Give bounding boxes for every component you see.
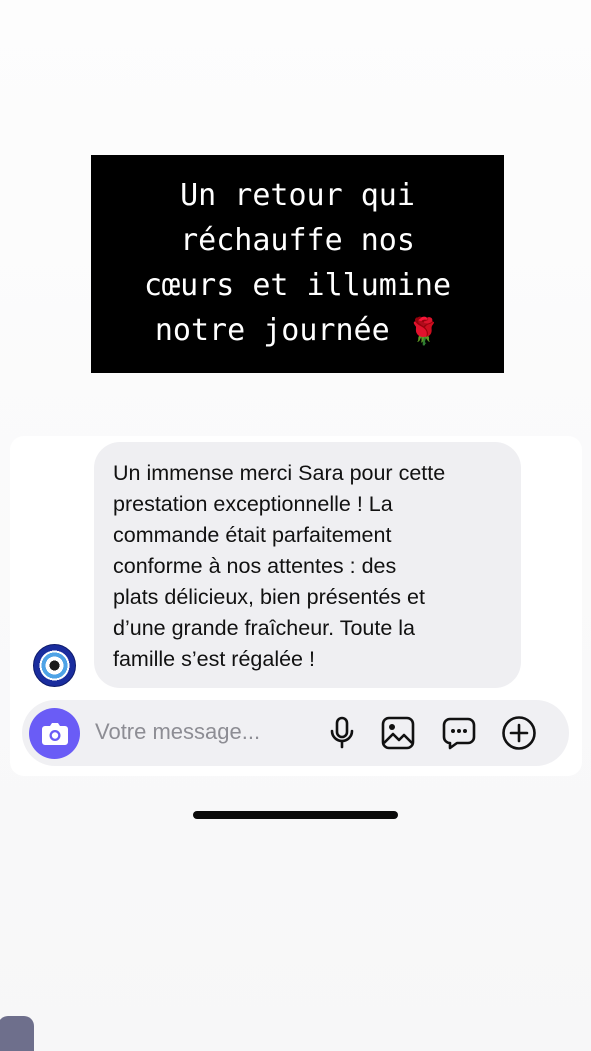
nazar-eye-icon <box>33 644 76 687</box>
sticker-button[interactable] <box>441 715 477 751</box>
story-caption-box: Un retour qui réchauffe nos cœurs et ill… <box>91 155 504 373</box>
chat-bubble-icon <box>442 717 476 750</box>
home-indicator <box>193 811 398 819</box>
camera-icon <box>41 722 68 745</box>
message-input[interactable]: Votre message... <box>95 719 260 745</box>
story-caption-text: Un retour qui réchauffe nos cœurs et ill… <box>143 178 452 348</box>
message-bubble: Un immense merci Sara pour cette prestat… <box>94 442 521 688</box>
plus-circle-icon <box>502 716 536 750</box>
rose-emoji: 🌹 <box>407 317 441 347</box>
corner-badge <box>0 1016 34 1051</box>
microphone-button[interactable] <box>324 715 360 751</box>
add-button[interactable] <box>501 715 537 751</box>
image-icon <box>381 716 415 750</box>
camera-button[interactable] <box>29 708 80 759</box>
message-composer: Votre message... <box>22 700 569 766</box>
message-text: Un immense merci Sara pour cette prestat… <box>113 461 446 671</box>
gallery-button[interactable] <box>380 715 416 751</box>
story-caption: Un retour qui réchauffe nos cœurs et ill… <box>108 173 488 355</box>
microphone-icon <box>330 716 354 749</box>
